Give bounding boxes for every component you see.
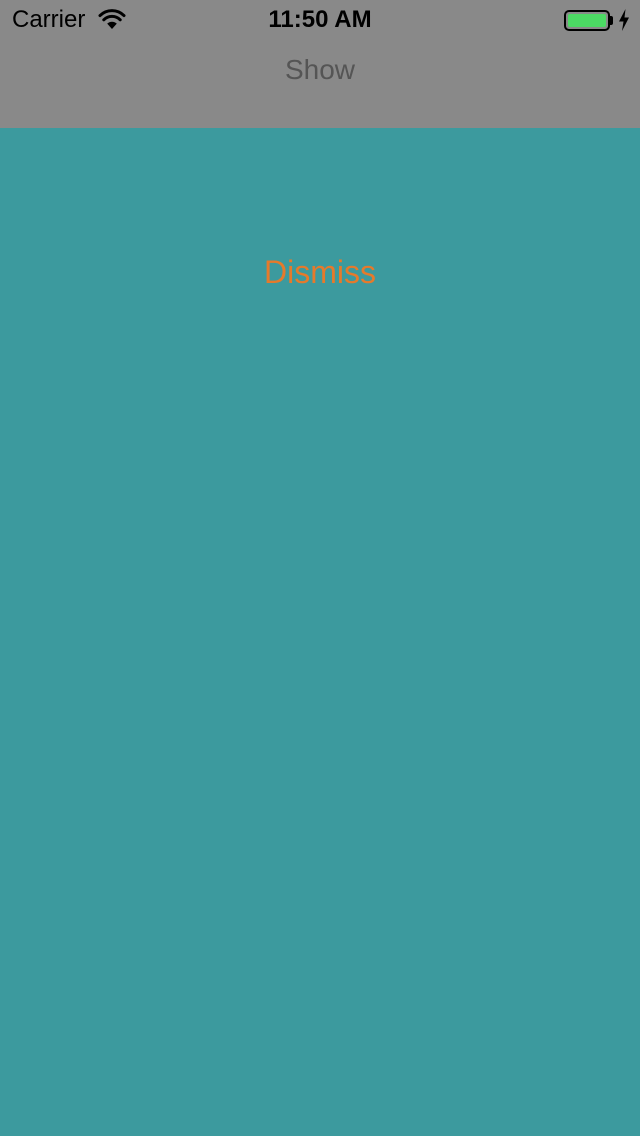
modal-screen: Carrier 11:50 AM Show Dismiss (0, 0, 640, 1136)
show-button[interactable]: Show (0, 54, 640, 86)
battery-icon (564, 10, 610, 31)
presenting-view-header: Carrier 11:50 AM Show (0, 0, 640, 128)
charging-bolt-icon (619, 9, 629, 31)
battery-cap (610, 16, 613, 25)
dismiss-button[interactable]: Dismiss (220, 248, 420, 296)
status-time: 11:50 AM (268, 6, 372, 33)
status-bar: Carrier 11:50 AM (0, 0, 640, 40)
battery-level-fill (568, 14, 606, 27)
